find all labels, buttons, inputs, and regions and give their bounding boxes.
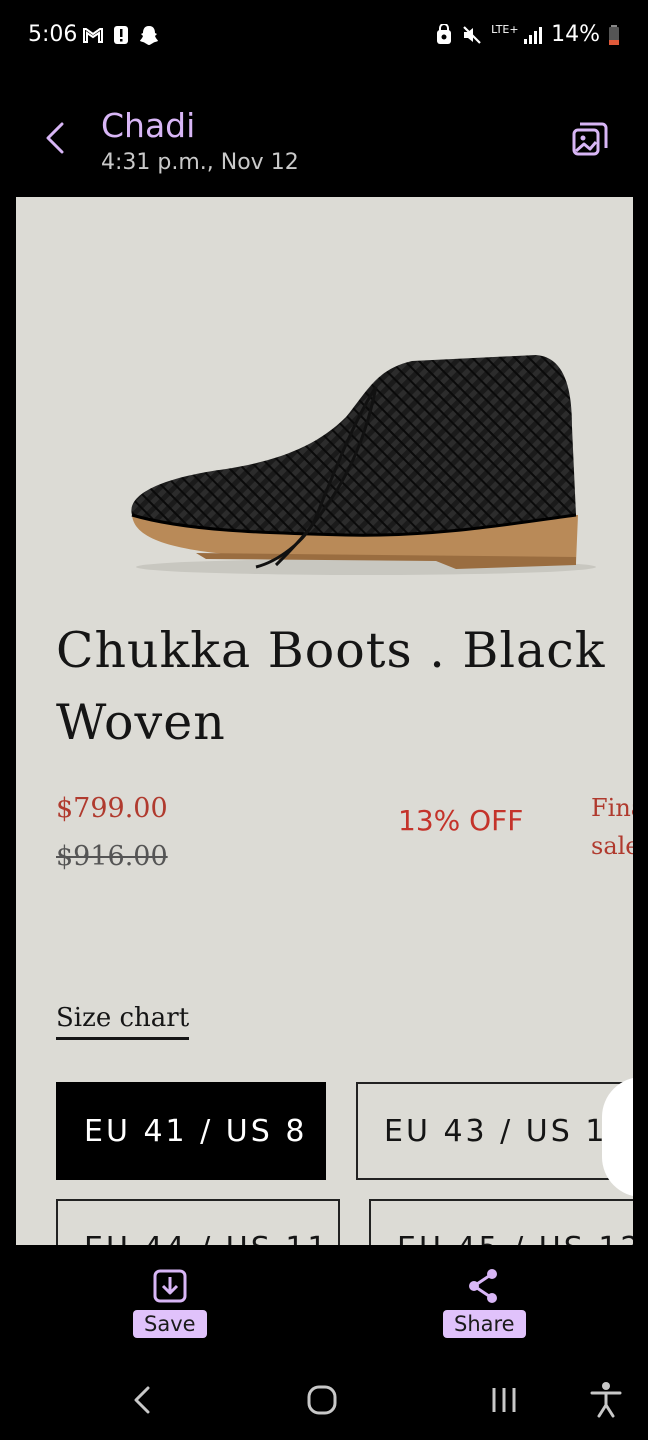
save-icon: [153, 1269, 187, 1303]
current-price: $799.00: [56, 793, 168, 824]
share-icon: [469, 1269, 498, 1303]
alert-icon: [114, 26, 128, 44]
signal-icon: [524, 26, 543, 44]
battery-icon: [609, 24, 619, 45]
size-option[interactable]: EU 43 / US 10: [356, 1082, 633, 1180]
snapchat-icon: [140, 26, 158, 45]
back-icon[interactable]: [40, 118, 72, 158]
share-button[interactable]: Share: [443, 1266, 526, 1338]
nav-recents-icon[interactable]: [482, 1378, 526, 1422]
vpn-icon: [437, 23, 452, 44]
shoe-product-image: [16, 197, 633, 597]
size-option[interactable]: EU 45 / US 12: [369, 1199, 633, 1245]
nav-back-icon[interactable]: [120, 1378, 164, 1422]
system-icons: LTE+ 14%: [435, 22, 620, 47]
discount-badge: 13% OFF: [398, 804, 524, 837]
image-action-bar: Save Share: [0, 1246, 648, 1356]
size-option-label: EU 41 / US 8: [84, 1113, 308, 1149]
save-button[interactable]: Save: [133, 1266, 207, 1338]
status-time: 5:06: [28, 22, 78, 47]
notification-icons: [82, 24, 160, 46]
size-option-label: EU 45 / US 12: [397, 1231, 633, 1246]
product-title: Chukka Boots . Black Woven: [56, 622, 606, 751]
size-option-label: EU 44 / US 11: [84, 1231, 330, 1246]
image-viewer[interactable]: Chukka Boots . Black Woven $799.00 $916.…: [16, 197, 633, 1245]
final-sale-label: Final sale: [591, 794, 633, 860]
status-bar: 5:06 LTE+ 14%: [0, 0, 648, 72]
gallery-icon[interactable]: [570, 120, 610, 160]
system-nav-bar: [0, 1356, 648, 1440]
size-option-selected[interactable]: EU 41 / US 8: [56, 1082, 326, 1180]
accessibility-icon[interactable]: [584, 1378, 628, 1422]
mute-icon: [463, 25, 481, 44]
original-price: $916.00: [56, 841, 168, 872]
contact-name: Chadi: [101, 106, 196, 145]
battery-percent: 14%: [551, 22, 600, 47]
size-option[interactable]: EU 44 / US 11: [56, 1199, 340, 1245]
message-timestamp: 4:31 p.m., Nov 12: [101, 150, 299, 175]
size-chart-link[interactable]: Size chart: [56, 1003, 190, 1040]
network-type: LTE+: [491, 22, 519, 36]
size-option-label: EU 43 / US 10: [384, 1113, 630, 1149]
save-label: Save: [133, 1310, 207, 1338]
message-header: Chadi 4:31 p.m., Nov 12: [0, 72, 648, 196]
gmail-icon: [83, 28, 103, 43]
share-label: Share: [443, 1310, 526, 1338]
nav-home-icon[interactable]: [300, 1378, 344, 1422]
